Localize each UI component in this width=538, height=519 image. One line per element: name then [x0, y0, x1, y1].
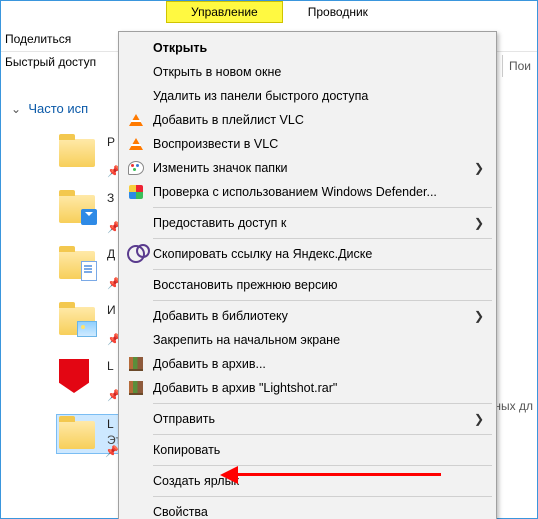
bookmark-icon [59, 359, 89, 393]
menu-separator [153, 238, 492, 239]
menu-label: Скопировать ссылку на Яндекс.Диске [153, 247, 372, 261]
menu-separator [153, 465, 492, 466]
chevron-right-icon: ❯ [474, 309, 484, 323]
menu-defender[interactable]: Проверка с использованием Windows Defend… [121, 180, 494, 204]
menu-vlc-add[interactable]: Добавить в плейлист VLC [121, 108, 494, 132]
pin-icon: 📌 [105, 445, 119, 458]
winrar-icon [127, 355, 145, 373]
menu-yandex-disk[interactable]: Скопировать ссылку на Яндекс.Диске [121, 242, 494, 266]
menu-pin-start[interactable]: Закрепить на начальном экране [121, 328, 494, 352]
folder-icon [59, 307, 95, 335]
download-overlay-icon [81, 209, 97, 225]
menu-separator [153, 207, 492, 208]
folder-icon [59, 421, 95, 449]
ribbon-tabs: Управление Проводник [166, 1, 393, 23]
menu-rar-add[interactable]: Добавить в архив... [121, 352, 494, 376]
menu-open-new-window[interactable]: Открыть в новом окне [121, 60, 494, 84]
tile-label: Р [107, 135, 115, 149]
menu-vlc-play[interactable]: Воспроизвести в VLC [121, 132, 494, 156]
toolbar-share[interactable]: Поделиться [5, 32, 71, 46]
menu-send-to[interactable]: Отправить ❯ [121, 407, 494, 431]
quick-access-label[interactable]: Быстрый доступ [5, 55, 96, 69]
menu-separator [153, 403, 492, 404]
menu-label: Добавить в архив... [153, 357, 266, 371]
chevron-right-icon: ❯ [474, 161, 484, 175]
menu-add-library[interactable]: Добавить в библиотеку ❯ [121, 304, 494, 328]
tile-label: L [107, 359, 114, 373]
link-icon [127, 245, 145, 263]
menu-label: Добавить в библиотеку [153, 309, 288, 323]
picture-overlay-icon [77, 321, 97, 337]
menu-restore-version[interactable]: Восстановить прежнюю версию [121, 273, 494, 297]
winrar-icon [127, 379, 145, 397]
menu-properties[interactable]: Свойства [121, 500, 494, 519]
folder-icon [59, 251, 95, 279]
menu-label: Добавить в плейлист VLC [153, 113, 304, 127]
menu-give-access[interactable]: Предоставить доступ к ❯ [121, 211, 494, 235]
menu-label: Проверка с использованием Windows Defend… [153, 185, 437, 199]
menu-open[interactable]: Открыть [121, 36, 494, 60]
menu-separator [153, 269, 492, 270]
menu-label: Добавить в архив "Lightshot.rar" [153, 381, 337, 395]
shield-icon [127, 183, 145, 201]
chevron-right-icon: ❯ [474, 216, 484, 230]
nav-tree: ⌄ Часто исп [11, 101, 88, 116]
folder-icon [59, 195, 95, 223]
chevron-right-icon: ❯ [474, 412, 484, 426]
menu-change-icon[interactable]: Изменить значок папки ❯ [121, 156, 494, 180]
vlc-icon [127, 135, 145, 153]
tile-label: И [107, 303, 116, 317]
tree-frequent[interactable]: Часто исп [28, 101, 88, 116]
menu-create-shortcut[interactable]: Создать ярлык [121, 469, 494, 493]
menu-remove-quickaccess[interactable]: Удалить из панели быстрого доступа [121, 84, 494, 108]
folder-icon [59, 139, 95, 167]
search-box[interactable]: Пои [502, 55, 537, 77]
menu-separator [153, 300, 492, 301]
menu-label: Предоставить доступ к [153, 216, 286, 230]
vlc-icon [127, 111, 145, 129]
palette-icon [127, 159, 145, 177]
menu-copy[interactable]: Копировать [121, 438, 494, 462]
tab-explorer[interactable]: Проводник [283, 1, 393, 23]
menu-label: Отправить [153, 412, 215, 426]
menu-label: Изменить значок папки [153, 161, 288, 175]
tile-label: Д [107, 247, 115, 261]
menu-separator [153, 496, 492, 497]
document-overlay-icon [81, 261, 97, 281]
tab-manage[interactable]: Управление [166, 1, 283, 23]
menu-label: Воспроизвести в VLC [153, 137, 278, 151]
context-menu: Открыть Открыть в новом окне Удалить из … [118, 31, 497, 519]
tile-label: З [107, 191, 114, 205]
menu-separator [153, 434, 492, 435]
chevron-down-icon[interactable]: ⌄ [11, 102, 21, 116]
menu-rar-named[interactable]: Добавить в архив "Lightshot.rar" [121, 376, 494, 400]
